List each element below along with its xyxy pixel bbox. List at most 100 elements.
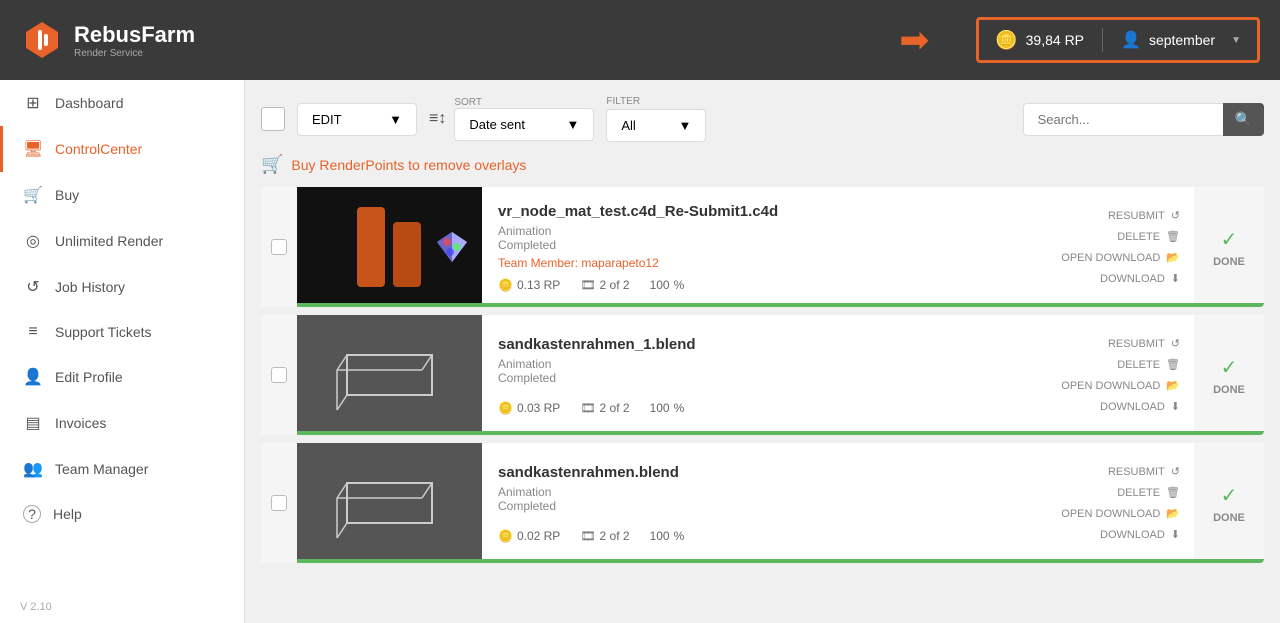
filter-select[interactable]: All ▼ — [606, 109, 706, 142]
download-btn-2[interactable]: DOWNLOAD ⬇ — [1100, 398, 1180, 415]
resubmit-btn-2[interactable]: RESUBMIT ↺ — [1108, 335, 1180, 352]
delete-btn-1[interactable]: DELETE 🗑 — [1117, 228, 1180, 245]
toolbar-checkbox[interactable] — [261, 107, 285, 131]
done-check-2: ✓ — [1221, 355, 1238, 380]
delete-btn-3[interactable]: DELETE 🗑 — [1117, 484, 1180, 501]
sort-dropdown-icon: ▼ — [566, 117, 579, 132]
edit-button[interactable]: EDIT ▼ — [297, 103, 417, 136]
sidebar-item-buy[interactable]: 🛒 Buy — [0, 172, 244, 218]
progress-value-2: 100 — [650, 401, 670, 415]
job-status-2: Completed — [498, 371, 1018, 385]
balance-area: 🪙 39,84 RP — [995, 30, 1084, 51]
header-right[interactable]: ➡ 🪙 39,84 RP 👤 september ▼ — [976, 17, 1260, 63]
download-btn-1[interactable]: DOWNLOAD ⬇ — [1100, 270, 1180, 287]
search-input[interactable] — [1023, 103, 1223, 136]
green-bar-3 — [297, 559, 1264, 563]
sidebar-item-jobhistory[interactable]: ↺ Job History — [0, 264, 244, 310]
resubmit-btn-3[interactable]: RESUBMIT ↺ — [1108, 463, 1180, 480]
sort-select[interactable]: Date sent ▼ — [454, 108, 594, 141]
buy-banner[interactable]: 🛒 Buy RenderPoints to remove overlays — [261, 154, 1264, 175]
sidebar-item-invoices[interactable]: ▤ Invoices — [0, 400, 244, 446]
delete-label-3: DELETE — [1117, 487, 1160, 499]
job-card-check-3[interactable] — [261, 443, 297, 563]
sort-area: ≡↕ SORT Date sent ▼ — [429, 97, 594, 141]
filter-value: All — [621, 118, 635, 133]
buy-icon: 🛒 — [23, 185, 43, 205]
header-divider — [1102, 28, 1103, 52]
resubmit-btn-1[interactable]: RESUBMIT ↺ — [1108, 207, 1180, 224]
delete-btn-2[interactable]: DELETE 🗑 — [1117, 356, 1180, 373]
user-area[interactable]: 👤 september ▼ — [1121, 30, 1241, 50]
resubmit-icon-3: ↺ — [1171, 465, 1180, 478]
frames-value-3: 2 of 2 — [600, 529, 630, 543]
sidebar-item-help[interactable]: ? Help — [0, 492, 244, 536]
edit-label: EDIT — [312, 112, 342, 127]
sidebar-item-editprofile[interactable]: 👤 Edit Profile — [0, 354, 244, 400]
progress-value-1: 100 — [650, 278, 670, 292]
sidebar-label-jobhistory: Job History — [55, 279, 125, 295]
download-label-1: DOWNLOAD — [1100, 273, 1165, 285]
frames-icon-3: 🎞 — [580, 529, 595, 543]
search-button[interactable]: 🔍 — [1223, 103, 1264, 136]
job-actions-3: RESUBMIT ↺ DELETE 🗑 OPEN DOWNLOAD 📂 DOWN… — [1034, 443, 1194, 563]
sidebar-item-controlcenter[interactable]: 🖥 ControlCenter — [0, 126, 244, 172]
open-download-icon-3: 📂 — [1166, 507, 1180, 520]
sidebar-item-unlimited[interactable]: ◎ Unlimited Render — [0, 218, 244, 264]
main-layout: ⊞ Dashboard 🖥 ControlCenter 🛒 Buy ◎ Unli… — [0, 80, 1280, 623]
progress-stat-2: 100 % — [650, 401, 685, 415]
job-card: vr_node_mat_test.c4d_Re-Submit1.c4d Anim… — [261, 187, 1264, 307]
job-status-1: Completed — [498, 238, 1018, 252]
open-download-btn-2[interactable]: OPEN DOWNLOAD 📂 — [1061, 377, 1180, 394]
job-info-1: vr_node_mat_test.c4d_Re-Submit1.c4d Anim… — [482, 187, 1034, 307]
open-download-btn-1[interactable]: OPEN DOWNLOAD 📂 — [1061, 249, 1180, 266]
thumb-svg-2 — [297, 315, 482, 435]
sort-label: SORT — [454, 97, 594, 108]
sidebar-item-support[interactable]: ≡ Support Tickets — [0, 310, 244, 354]
job-thumb-2 — [297, 315, 482, 435]
resubmit-label-3: RESUBMIT — [1108, 466, 1165, 478]
open-download-btn-3[interactable]: OPEN DOWNLOAD 📂 — [1061, 505, 1180, 522]
sidebar-label-dashboard: Dashboard — [55, 95, 124, 111]
thumb-svg-1 — [297, 187, 482, 307]
sidebar-label-team: Team Manager — [55, 461, 148, 477]
job-thumb-1 — [297, 187, 482, 307]
resubmit-label-1: RESUBMIT — [1108, 210, 1165, 222]
sidebar-label-buy: Buy — [55, 187, 79, 203]
thumb-svg-3 — [297, 443, 482, 563]
balance-value: 39,84 RP — [1026, 32, 1084, 48]
progress-value-3: 100 — [650, 529, 670, 543]
delete-label-2: DELETE — [1117, 359, 1160, 371]
cost-value-2: 0.03 RP — [517, 401, 560, 415]
download-btn-3[interactable]: DOWNLOAD ⬇ — [1100, 526, 1180, 543]
sidebar-item-dashboard[interactable]: ⊞ Dashboard — [0, 80, 244, 126]
green-bar-1 — [297, 303, 1264, 307]
done-label-2: DONE — [1213, 384, 1245, 396]
team-member-1: Team Member: maparapeto12 — [498, 256, 1018, 270]
coin-icon: 🪙 — [995, 30, 1017, 51]
support-icon: ≡ — [23, 323, 43, 341]
sort-icon: ≡↕ — [429, 110, 446, 128]
frames-icon-1: 🎞 — [580, 278, 595, 292]
frames-value-1: 2 of 2 — [600, 278, 630, 292]
resubmit-icon-1: ↺ — [1171, 209, 1180, 222]
download-icon-3: ⬇ — [1171, 528, 1180, 541]
delete-icon-1: 🗑 — [1166, 230, 1180, 243]
frames-stat-2: 🎞 2 of 2 — [580, 401, 629, 415]
sort-wrapper: SORT Date sent ▼ — [454, 97, 594, 141]
username-label: september — [1149, 32, 1215, 48]
logo-area: RebusFarm Render Service — [20, 18, 195, 62]
done-label-3: DONE — [1213, 512, 1245, 524]
cost-value-1: 0.13 RP — [517, 278, 560, 292]
job-card-check-2[interactable] — [261, 315, 297, 435]
unlimited-icon: ◎ — [23, 231, 43, 251]
user-dropdown-arrow[interactable]: ▼ — [1231, 35, 1241, 46]
job-stats-2: 🪙 0.03 RP 🎞 2 of 2 100 % — [498, 401, 1018, 415]
sidebar-label-editprofile: Edit Profile — [55, 369, 123, 385]
job-card-check-1[interactable] — [261, 187, 297, 307]
edit-dropdown-icon: ▼ — [389, 112, 402, 127]
job-thumb-3 — [297, 443, 482, 563]
download-label-2: DOWNLOAD — [1100, 401, 1165, 413]
progress-stat-3: 100 % — [650, 529, 685, 543]
frames-stat-1: 🎞 2 of 2 — [580, 278, 629, 292]
sidebar-item-team[interactable]: 👥 Team Manager — [0, 446, 244, 492]
